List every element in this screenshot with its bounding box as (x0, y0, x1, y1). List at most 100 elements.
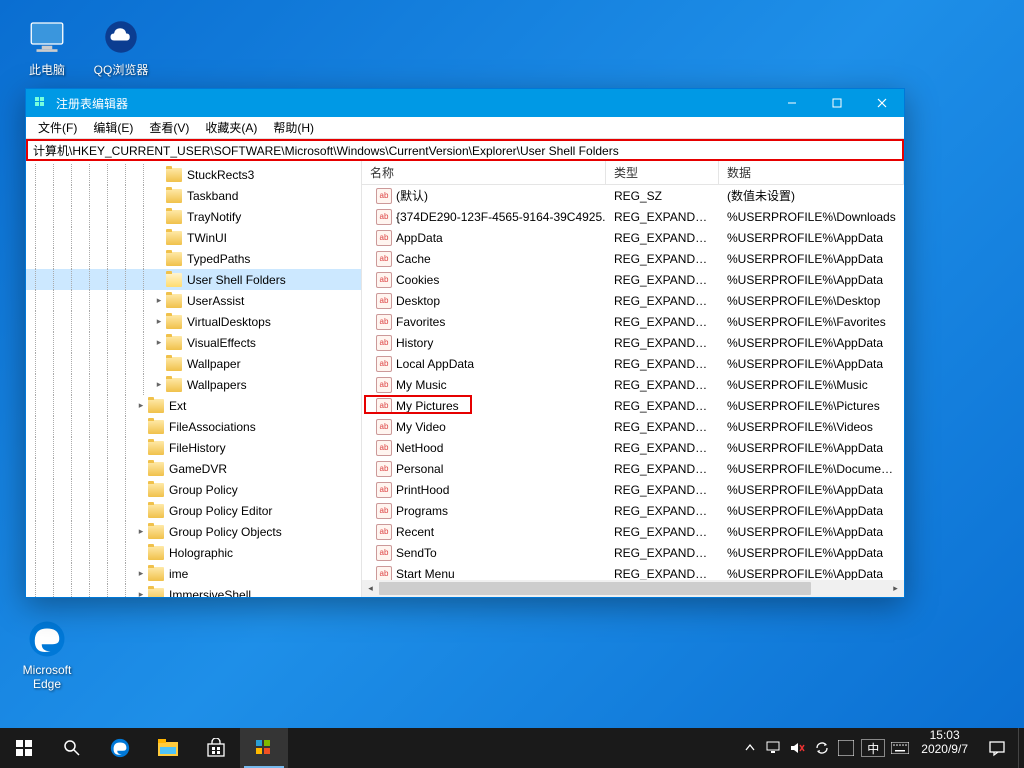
tree-toggle-icon[interactable] (152, 273, 166, 287)
tree-item[interactable]: Group Policy (26, 479, 361, 500)
tree-toggle-icon[interactable]: ▸ (152, 315, 166, 329)
tree-item[interactable]: ▸Wallpapers (26, 374, 361, 395)
tree-item[interactable]: Group Policy Editor (26, 500, 361, 521)
taskbar-explorer[interactable] (144, 728, 192, 768)
list-row[interactable]: abMy MusicREG_EXPAND_SZ%USERPROFILE%\Mus… (362, 374, 904, 395)
list-row[interactable]: abProgramsREG_EXPAND_SZ%USERPROFILE%\App… (362, 500, 904, 521)
minimize-button[interactable] (769, 89, 814, 117)
tree-toggle-icon[interactable]: ▸ (152, 378, 166, 392)
tree-toggle-icon[interactable]: ▸ (152, 336, 166, 350)
menu-help[interactable]: 帮助(H) (265, 119, 322, 136)
list-row[interactable]: abNetHoodREG_EXPAND_SZ%USERPROFILE%\AppD… (362, 437, 904, 458)
list-row[interactable]: abAppDataREG_EXPAND_SZ%USERPROFILE%\AppD… (362, 227, 904, 248)
network-icon[interactable] (765, 739, 783, 757)
clock[interactable]: 15:03 2020/9/7 (913, 728, 976, 768)
tree-toggle-icon[interactable]: ▸ (134, 399, 148, 413)
sync-icon[interactable] (813, 739, 831, 757)
list-row[interactable]: abDesktopREG_EXPAND_SZ%USERPROFILE%\Desk… (362, 290, 904, 311)
list-row[interactable]: abRecentREG_EXPAND_SZ%USERPROFILE%\AppDa… (362, 521, 904, 542)
list-row[interactable]: abSendToREG_EXPAND_SZ%USERPROFILE%\AppDa… (362, 542, 904, 563)
tree-item[interactable]: ▸ImmersiveShell (26, 584, 361, 597)
column-type[interactable]: 类型 (606, 161, 719, 184)
column-name[interactable]: 名称 (362, 161, 606, 184)
list-row[interactable]: abCacheREG_EXPAND_SZ%USERPROFILE%\AppDat… (362, 248, 904, 269)
tree-item[interactable]: ▸VirtualDesktops (26, 311, 361, 332)
tree-toggle-icon[interactable] (134, 504, 148, 518)
tree-toggle-icon[interactable] (152, 231, 166, 245)
desktop-icon-edge[interactable]: Microsoft Edge (10, 618, 84, 691)
tree-item[interactable]: Holographic (26, 542, 361, 563)
desktop-icon-qq-browser[interactable]: QQ浏览器 (84, 16, 158, 78)
keyboard-icon[interactable] (891, 739, 909, 757)
tree-toggle-icon[interactable] (134, 462, 148, 476)
start-button[interactable] (0, 728, 48, 768)
menu-edit[interactable]: 编辑(E) (85, 119, 141, 136)
search-button[interactable] (48, 728, 96, 768)
tree-toggle-icon[interactable] (134, 483, 148, 497)
tree-toggle-icon[interactable] (134, 420, 148, 434)
tree-item[interactable]: GameDVR (26, 458, 361, 479)
tree-toggle-icon[interactable]: ▸ (134, 525, 148, 539)
maximize-button[interactable] (814, 89, 859, 117)
tree-toggle-icon[interactable] (152, 210, 166, 224)
tray-expand-icon[interactable] (741, 739, 759, 757)
tree-toggle-icon[interactable] (152, 357, 166, 371)
list-row[interactable]: abPersonalREG_EXPAND_SZ%USERPROFILE%\Doc… (362, 458, 904, 479)
list-row[interactable]: ab{374DE290-123F-4565-9164-39C4925...REG… (362, 206, 904, 227)
scroll-right-button[interactable]: ▸ (887, 580, 904, 597)
list-row[interactable]: abCookiesREG_EXPAND_SZ%USERPROFILE%\AppD… (362, 269, 904, 290)
menu-favorites[interactable]: 收藏夹(A) (197, 119, 265, 136)
taskbar-regedit[interactable] (240, 728, 288, 768)
address-bar[interactable]: 计算机\HKEY_CURRENT_USER\SOFTWARE\Microsoft… (26, 139, 904, 161)
list-row[interactable]: abStart MenuREG_EXPAND_SZ%USERPROFILE%\A… (362, 563, 904, 580)
action-center-button[interactable] (976, 728, 1018, 768)
tree-item[interactable]: ▸Group Policy Objects (26, 521, 361, 542)
list-row[interactable]: ab(默认)REG_SZ(数值未设置) (362, 185, 904, 206)
tree-item[interactable]: TypedPaths (26, 248, 361, 269)
tree-item[interactable]: StuckRects3 (26, 164, 361, 185)
tree-item[interactable]: ▸UserAssist (26, 290, 361, 311)
tree-item[interactable]: User Shell Folders (26, 269, 361, 290)
tree-toggle-icon[interactable] (152, 252, 166, 266)
tree-toggle-icon[interactable] (152, 168, 166, 182)
tree-toggle-icon[interactable] (134, 546, 148, 560)
horizontal-scrollbar[interactable]: ◂ ▸ (362, 580, 904, 597)
menu-view[interactable]: 查看(V) (141, 119, 197, 136)
tree-item[interactable]: ▸ime (26, 563, 361, 584)
column-data[interactable]: 数据 (719, 161, 904, 184)
tree-item[interactable]: Taskband (26, 185, 361, 206)
list-row[interactable]: abMy PicturesREG_EXPAND_SZ%USERPROFILE%\… (362, 395, 904, 416)
tree-item[interactable]: Wallpaper (26, 353, 361, 374)
taskbar-edge[interactable] (96, 728, 144, 768)
show-desktop-button[interactable] (1018, 728, 1024, 768)
tree-toggle-icon[interactable]: ▸ (134, 588, 148, 598)
tree-toggle-icon[interactable] (152, 189, 166, 203)
tree-item[interactable]: TWinUI (26, 227, 361, 248)
ime-indicator[interactable] (837, 739, 855, 757)
list-body[interactable]: ab(默认)REG_SZ(数值未设置)ab{374DE290-123F-4565… (362, 185, 904, 580)
tree-item[interactable]: FileAssociations (26, 416, 361, 437)
tree-label: GameDVR (168, 462, 227, 476)
scroll-left-button[interactable]: ◂ (362, 580, 379, 597)
taskbar-store[interactable] (192, 728, 240, 768)
titlebar[interactable]: 注册表编辑器 (26, 89, 904, 117)
ime-language[interactable]: 中 (861, 739, 885, 757)
list-row[interactable]: abLocal AppDataREG_EXPAND_SZ%USERPROFILE… (362, 353, 904, 374)
volume-mute-icon[interactable] (789, 739, 807, 757)
tree-item[interactable]: ▸Ext (26, 395, 361, 416)
tree-toggle-icon[interactable]: ▸ (134, 567, 148, 581)
tree-pane[interactable]: StuckRects3TaskbandTrayNotifyTWinUITyped… (26, 161, 362, 597)
tree-toggle-icon[interactable]: ▸ (152, 294, 166, 308)
tree-item[interactable]: ▸VisualEffects (26, 332, 361, 353)
tree-item[interactable]: TrayNotify (26, 206, 361, 227)
list-row[interactable]: abMy VideoREG_EXPAND_SZ%USERPROFILE%\Vid… (362, 416, 904, 437)
close-button[interactable] (859, 89, 904, 117)
tree-item[interactable]: FileHistory (26, 437, 361, 458)
scroll-thumb[interactable] (379, 582, 811, 595)
list-row[interactable]: abFavoritesREG_EXPAND_SZ%USERPROFILE%\Fa… (362, 311, 904, 332)
menu-file[interactable]: 文件(F) (30, 119, 85, 136)
desktop-icon-this-pc[interactable]: 此电脑 (10, 16, 84, 78)
tree-toggle-icon[interactable] (134, 441, 148, 455)
list-row[interactable]: abPrintHoodREG_EXPAND_SZ%USERPROFILE%\Ap… (362, 479, 904, 500)
list-row[interactable]: abHistoryREG_EXPAND_SZ%USERPROFILE%\AppD… (362, 332, 904, 353)
